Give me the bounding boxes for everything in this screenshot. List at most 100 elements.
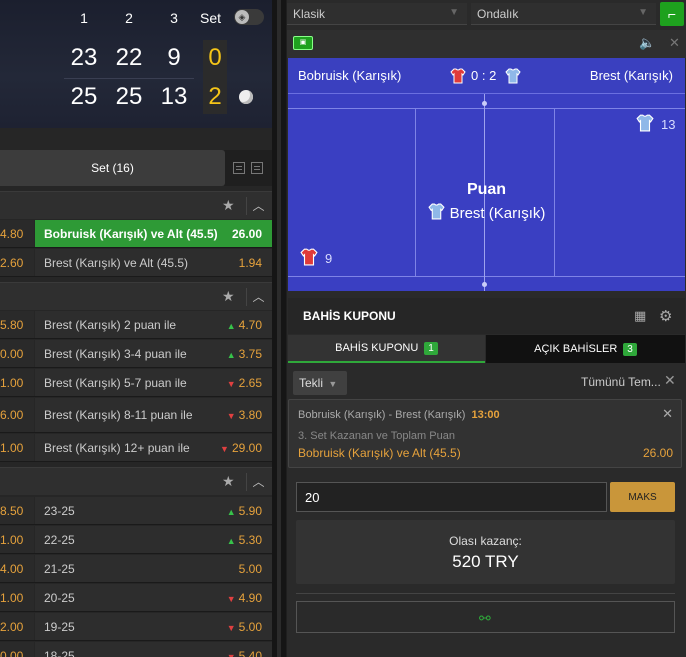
home-set1-score: 23 (70, 44, 98, 71)
selection-name: Brest (Karışık) 3-4 puan ile (44, 346, 187, 361)
bet-market: 3. Set Kazanan ve Toplam Puan (298, 430, 455, 442)
trend-up-icon: ▲ (226, 506, 236, 517)
home-set3-score: 9 (167, 44, 181, 71)
selection-name: 18-25 (44, 648, 75, 657)
selection-odd: 5.30 (238, 532, 262, 547)
selection-odd: 4.70 (238, 317, 262, 332)
markets-panel: 1 2 3 Set ◈ 23 22 9 0 25 25 13 2 Set (16… (0, 0, 272, 657)
chevron-up-icon[interactable]: ︿ (246, 473, 270, 491)
market-row[interactable]: 1.00 Brest (Karışık) 12+ puan ile ▼ 29.00 (0, 434, 272, 462)
view-select[interactable]: Klasik ▼ (287, 3, 467, 25)
market-row[interactable]: 6.00 Brest (Karışık) 8-11 puan ile ▼ 3.80 (0, 398, 272, 433)
scoreboard-toggle[interactable]: ◈ (234, 9, 264, 25)
court-line (288, 108, 685, 109)
event-team-row: Brest (Karışık) (288, 203, 685, 222)
remove-bet-icon[interactable]: ✕ (662, 406, 673, 422)
selection-odd: 2.65 (238, 375, 262, 390)
trend-up-icon: ▲ (226, 535, 236, 546)
close-icon[interactable]: ✕ (669, 35, 680, 51)
close-icon[interactable]: ✕ (664, 372, 676, 389)
trend-up-icon: ▲ (226, 320, 236, 331)
selection-name: Brest (Karışık) 5-7 puan ile (44, 375, 187, 390)
selection-name: Brest (Karışık) 2 puan ile (44, 317, 177, 332)
odds-format-select[interactable]: Ondalık ▼ (471, 3, 656, 25)
trend-down-icon: ▼ (226, 622, 236, 633)
market-header-3[interactable]: ★ ︿ (0, 467, 272, 495)
away-shirt-icon (505, 68, 521, 84)
chevron-up-icon[interactable]: ︿ (246, 288, 270, 306)
selection-name: 23-25 (44, 503, 75, 518)
stake-input[interactable] (296, 482, 607, 512)
chevron-up-icon[interactable]: ︿ (246, 197, 270, 215)
court-line (288, 276, 685, 277)
chevron-down-icon: ▼ (449, 7, 459, 18)
selection-odd: 5.40 (238, 648, 262, 657)
share-button[interactable]: ⚯ (296, 601, 675, 633)
coupon-title: BAHİS KUPONU (303, 309, 396, 323)
market-row[interactable]: 0.00 Brest (Karışık) 3-4 puan ile ▲ 3.75 (0, 340, 272, 368)
away-player-number: 13 (661, 117, 676, 132)
left-odd: 4.80 (0, 220, 34, 247)
market-row[interactable]: 8.50 23-25 ▲ 5.90 (0, 497, 272, 525)
market-header-2[interactable]: ★ ︿ (0, 282, 272, 310)
selection-name: Brest (Karışık) 8-11 puan ile (44, 408, 193, 422)
market-row[interactable]: 2.60 Brest (Karışık) ve Alt (45.5) 1.94 (0, 249, 272, 277)
bet-match-row: Bobruisk (Karışık) - Brest (Karışık) 13:0… (298, 409, 500, 421)
market-row[interactable]: 5.80 Brest (Karışık) 2 puan ile ▲ 4.70 (0, 311, 272, 339)
market-row[interactable]: 1.00 20-25 ▼ 4.90 (0, 584, 272, 612)
bet-type-select[interactable]: Tekli ▼ (293, 371, 347, 395)
chevron-down-icon: ▼ (638, 7, 648, 18)
market-row[interactable]: 4.80 Bobruisk (Karışık) ve Alt (45.5) 26.… (0, 220, 272, 248)
left-odd: 6.00 (0, 398, 34, 432)
gear-icon[interactable]: ⚙ (659, 307, 672, 325)
coupon-tabs: BAHİS KUPONU 1 AÇIK BAHİSLER 3 (288, 335, 685, 363)
coupon-header: BAHİS KUPONU ▦ ⚙ (288, 298, 685, 334)
market-row[interactable]: 4.00 21-25 5.00 (0, 555, 272, 583)
selection-name: 22-25 (44, 532, 75, 547)
selection-odd: 5.90 (238, 503, 262, 518)
tab-open-bets[interactable]: AÇIK BAHİSLER 3 (486, 335, 685, 363)
left-odd: 8.50 (0, 497, 34, 524)
away-set2-score: 25 (115, 83, 143, 110)
selection-odd: 1.94 (238, 255, 262, 270)
market-header-1[interactable]: ★ ︿ (0, 191, 272, 219)
tab-bet-coupon[interactable]: BAHİS KUPONU 1 (288, 335, 485, 363)
clear-all-link[interactable]: Tümünü Tem... (581, 375, 661, 389)
chevron-down-icon: ▼ (328, 379, 338, 389)
home-shirt-icon (450, 68, 466, 84)
star-icon[interactable]: ★ (222, 288, 235, 305)
list-view-icon[interactable] (251, 162, 263, 174)
selection-odd: 5.00 (238, 619, 262, 634)
event-shirt-icon (427, 203, 445, 220)
star-icon[interactable]: ★ (222, 473, 235, 490)
expand-icon[interactable]: ⌐ (660, 2, 684, 26)
set-2-header: 2 (125, 10, 133, 26)
selection-odd: 5.00 (238, 561, 262, 576)
left-odd: 4.00 (0, 555, 34, 582)
market-row[interactable]: 1.00 Brest (Karışık) 5-7 puan ile ▼ 2.65 (0, 369, 272, 397)
bet-slip-item: Bobruisk (Karışık) - Brest (Karışık) 13:0… (288, 399, 682, 468)
potential-win-box: Olası kazanç: 520 TRY (296, 520, 675, 584)
volleyball-icon (239, 90, 253, 104)
star-icon[interactable]: ★ (222, 197, 235, 214)
share-icon: ⚯ (479, 610, 491, 626)
market-row[interactable]: 0.00 18-25 ▼ 5.40 (0, 642, 272, 657)
left-odd: 2.00 (0, 613, 34, 640)
market-row[interactable]: 2.00 19-25 ▼ 5.00 (0, 613, 272, 641)
grid-view-icon[interactable] (233, 162, 245, 174)
market-tabbar: Set (16) (0, 150, 272, 186)
speaker-icon[interactable]: 🔈 (639, 35, 655, 51)
pitch-icon[interactable]: ▣ (293, 36, 313, 50)
event-team: Brest (Karışık) (449, 205, 546, 222)
calculator-icon[interactable]: ▦ (634, 308, 646, 324)
panel-splitter[interactable] (272, 0, 286, 657)
away-set1-score: 25 (70, 83, 98, 110)
tab-set[interactable]: Set (16) (0, 150, 225, 186)
home-set2-score: 22 (115, 44, 143, 71)
max-stake-button[interactable]: MAKS (610, 482, 675, 512)
set-1-header: 1 (80, 10, 88, 26)
trend-down-icon: ▼ (226, 411, 236, 421)
market-row[interactable]: 1.00 22-25 ▲ 5.30 (0, 526, 272, 554)
odds-format-value: Ondalık (477, 7, 519, 21)
selection-odd: 3.80 (238, 408, 262, 422)
